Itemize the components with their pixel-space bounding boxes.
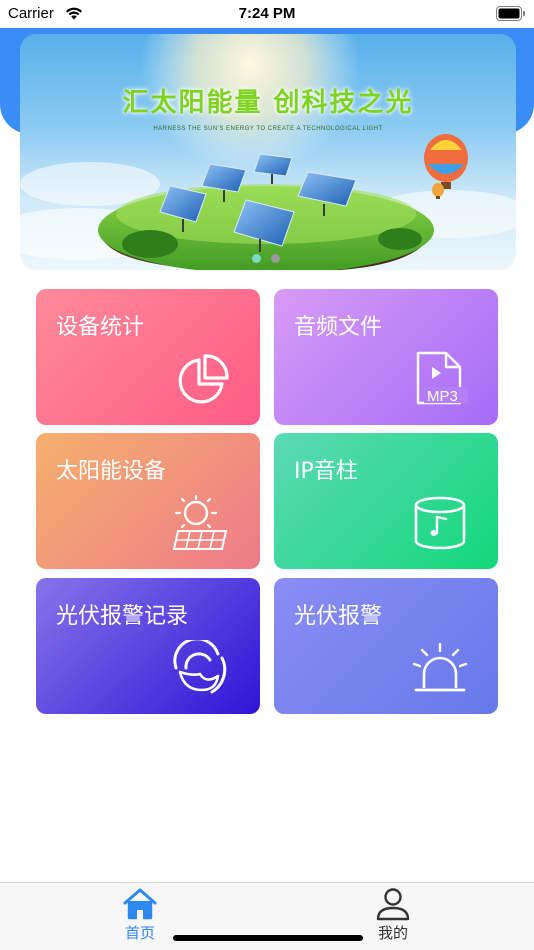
tab-home[interactable]: 首页 — [100, 887, 180, 943]
mp3-text: MP3 — [427, 388, 458, 405]
pie-chart-icon — [178, 354, 229, 404]
tile-label: 光伏报警记录 — [56, 604, 189, 629]
banner-subtitle: HARNESS THE SUN'S ENERGY TO CREATE A TEC… — [153, 126, 383, 132]
tab-label: 首页 — [124, 924, 155, 942]
solar-panel-icon — [172, 495, 228, 550]
alarm-record-icon — [173, 640, 227, 694]
tile-label: 光伏报警 — [294, 604, 383, 629]
tile-device-statistics[interactable]: 设备统计 — [36, 289, 260, 425]
tile-label: 音频文件 — [294, 315, 383, 340]
banner-title: 汇太阳能量 创科技之光 — [122, 88, 414, 118]
tile-pv-alarm[interactable]: 光伏报警 — [274, 578, 498, 714]
carousel-dot-active[interactable] — [252, 254, 261, 263]
tab-mine[interactable]: 我的 — [353, 887, 433, 943]
banner-carousel[interactable]: 汇太阳能量 创科技之光 HARNESS THE SUN'S ENERGY TO … — [20, 34, 516, 270]
carousel-dots[interactable] — [252, 248, 290, 267]
home-icon — [123, 888, 157, 920]
tab-label: 我的 — [377, 924, 408, 942]
user-icon — [376, 888, 410, 921]
status-time: 7:24 PM — [238, 5, 296, 22]
tile-ip-speaker-column[interactable]: IP音柱 — [274, 433, 498, 569]
battery-icon — [496, 6, 525, 21]
tile-pv-alarm-records[interactable]: 光伏报警记录 — [36, 578, 260, 714]
tile-label: 设备统计 — [56, 315, 145, 340]
tile-solar-devices[interactable]: 太阳能设备 — [36, 433, 260, 569]
speaker-column-icon — [414, 496, 466, 550]
tile-audio-files[interactable]: 音频文件 MP3 — [274, 289, 498, 425]
tile-label: 太阳能设备 — [56, 459, 167, 484]
alarm-light-icon — [412, 642, 468, 692]
mp3-file-icon: MP3 — [416, 351, 468, 405]
tile-label: IP音柱 — [294, 459, 358, 484]
carousel-dot[interactable] — [271, 254, 280, 263]
home-indicator — [173, 935, 363, 941]
status-bar: Carrier 7:24 PM — [0, 0, 534, 28]
banner-illustration — [20, 34, 516, 270]
